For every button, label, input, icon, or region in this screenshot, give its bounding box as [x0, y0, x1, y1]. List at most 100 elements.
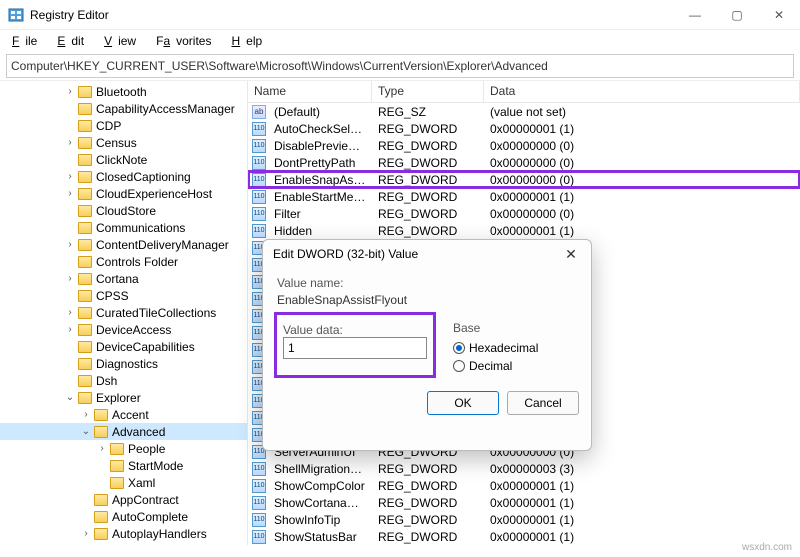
- tree-item[interactable]: ›AutoplayHandlers: [0, 525, 247, 542]
- tree-item[interactable]: ›Cortana: [0, 270, 247, 287]
- tree-item[interactable]: CPSS: [0, 287, 247, 304]
- chevron-right-icon[interactable]: ›: [64, 239, 76, 250]
- folder-icon: [94, 409, 108, 421]
- tree-item[interactable]: CapabilityAccessManager: [0, 100, 247, 117]
- value-row[interactable]: 110DontPrettyPathREG_DWORD0x00000000 (0): [248, 154, 800, 171]
- chevron-right-icon[interactable]: ›: [64, 188, 76, 199]
- value-data: (value not set): [484, 105, 800, 119]
- value-row[interactable]: 110EnableStartMenuREG_DWORD0x00000001 (1…: [248, 188, 800, 205]
- folder-icon: [78, 273, 92, 285]
- tree-item[interactable]: CDP: [0, 117, 247, 134]
- dialog-close-button[interactable]: ✕: [561, 246, 581, 263]
- value-row[interactable]: 110DisablePreviewD...REG_DWORD0x00000000…: [248, 137, 800, 154]
- col-header-data[interactable]: Data: [484, 81, 800, 102]
- value-data-input[interactable]: [283, 337, 427, 359]
- ok-button[interactable]: OK: [427, 391, 499, 415]
- tree-item[interactable]: ›CuratedTileCollections: [0, 304, 247, 321]
- value-row[interactable]: 110EnableSnapAssis...REG_DWORD0x00000000…: [248, 171, 800, 188]
- chevron-down-icon[interactable]: ⌄: [80, 426, 92, 437]
- value-type: REG_DWORD: [372, 513, 484, 527]
- value-row[interactable]: 110AutoCheckSelectREG_DWORD0x00000001 (1…: [248, 120, 800, 137]
- tree-item[interactable]: ClickNote: [0, 151, 247, 168]
- chevron-right-icon[interactable]: ›: [96, 443, 108, 454]
- col-header-type[interactable]: Type: [372, 81, 484, 102]
- tree-item[interactable]: Xaml: [0, 474, 247, 491]
- tree-item[interactable]: CloudStore: [0, 202, 247, 219]
- value-row[interactable]: 110ShowStatusBarREG_DWORD0x00000001 (1): [248, 528, 800, 545]
- tree-item[interactable]: Dsh: [0, 372, 247, 389]
- base-group: Base Hexadecimal Decimal: [453, 315, 538, 375]
- value-row[interactable]: 110FilterREG_DWORD0x00000000 (0): [248, 205, 800, 222]
- menu-view[interactable]: View: [98, 32, 148, 50]
- chevron-right-icon[interactable]: ›: [64, 171, 76, 182]
- maximize-button[interactable]: ▢: [716, 0, 758, 30]
- minimize-button[interactable]: —: [674, 0, 716, 30]
- tree-view[interactable]: ›BluetoothCapabilityAccessManagerCDP›Cen…: [0, 81, 248, 545]
- value-data: 0x00000000 (0): [484, 156, 800, 170]
- menu-help[interactable]: Help: [225, 32, 274, 50]
- tree-item-label: DeviceAccess: [96, 323, 175, 337]
- cancel-button[interactable]: Cancel: [507, 391, 579, 415]
- chevron-right-icon[interactable]: ›: [64, 324, 76, 335]
- tree-item-label: Controls Folder: [96, 255, 182, 269]
- chevron-right-icon[interactable]: ›: [64, 137, 76, 148]
- tree-item-label: CPSS: [96, 289, 133, 303]
- value-name: ShowCompColor: [268, 479, 372, 493]
- folder-icon: [78, 239, 92, 251]
- tree-item[interactable]: DeviceCapabilities: [0, 338, 247, 355]
- tree-item-label: Explorer: [96, 391, 145, 405]
- tree-item[interactable]: ⌄ Explorer: [0, 389, 247, 406]
- value-name: AutoCheckSelect: [268, 122, 372, 136]
- chevron-right-icon[interactable]: ›: [64, 273, 76, 284]
- value-row[interactable]: 110ShowCortanaButt...REG_DWORD0x00000001…: [248, 494, 800, 511]
- chevron-right-icon[interactable]: ›: [80, 528, 92, 539]
- tree-item[interactable]: ⌄Advanced: [0, 423, 247, 440]
- value-row[interactable]: 110HiddenREG_DWORD0x00000001 (1): [248, 222, 800, 239]
- value-row[interactable]: 110ShellMigrationRes...REG_DWORD0x000000…: [248, 460, 800, 477]
- chevron-right-icon[interactable]: ›: [64, 86, 76, 97]
- radio-dec[interactable]: Decimal: [453, 357, 538, 375]
- tree-item[interactable]: ›ClosedCaptioning: [0, 168, 247, 185]
- tree-item[interactable]: Communications: [0, 219, 247, 236]
- list-header: Name Type Data: [248, 81, 800, 103]
- menu-edit[interactable]: Edit: [51, 32, 96, 50]
- radio-hex[interactable]: Hexadecimal: [453, 339, 538, 357]
- tree-item[interactable]: ›Accent: [0, 406, 247, 423]
- tree-item[interactable]: AutoComplete: [0, 508, 247, 525]
- folder-icon: [94, 528, 108, 540]
- tree-item[interactable]: Diagnostics: [0, 355, 247, 372]
- tree-item[interactable]: ›Bluetooth: [0, 83, 247, 100]
- folder-icon: [78, 256, 92, 268]
- tree-item[interactable]: ›Census: [0, 134, 247, 151]
- tree-item[interactable]: AppContract: [0, 491, 247, 508]
- value-data: 0x00000003 (3): [484, 462, 800, 476]
- value-row[interactable]: ab(Default)REG_SZ(value not set): [248, 103, 800, 120]
- tree-item[interactable]: Controls Folder: [0, 253, 247, 270]
- chevron-right-icon[interactable]: ›: [80, 409, 92, 420]
- address-bar[interactable]: Computer\HKEY_CURRENT_USER\Software\Micr…: [6, 54, 794, 78]
- tree-item-label: DeviceCapabilities: [96, 340, 199, 354]
- folder-icon: [78, 307, 92, 319]
- chevron-right-icon[interactable]: ›: [64, 307, 76, 318]
- reg-binary-icon: 110: [252, 122, 266, 136]
- tree-item[interactable]: ›ContentDeliveryManager: [0, 236, 247, 253]
- menu-favorites[interactable]: Favorites: [150, 32, 223, 50]
- tree-item-label: Dsh: [96, 374, 121, 388]
- close-button[interactable]: ✕: [758, 0, 800, 30]
- col-header-name[interactable]: Name: [248, 81, 372, 102]
- tree-item[interactable]: StartMode: [0, 457, 247, 474]
- tree-item[interactable]: › DeviceAccess: [0, 321, 247, 338]
- tree-item[interactable]: ›People: [0, 440, 247, 457]
- reg-binary-icon: 110: [252, 479, 266, 493]
- value-row[interactable]: 110ShowCompColorREG_DWORD0x00000001 (1): [248, 477, 800, 494]
- value-data: 0x00000001 (1): [484, 479, 800, 493]
- folder-icon: [78, 358, 92, 370]
- radio-dec-icon: [453, 360, 465, 372]
- tree-item[interactable]: ›CloudExperienceHost: [0, 185, 247, 202]
- folder-icon: [78, 375, 92, 387]
- value-type: REG_DWORD: [372, 479, 484, 493]
- chevron-down-icon[interactable]: ⌄: [64, 392, 76, 403]
- value-type: REG_DWORD: [372, 462, 484, 476]
- value-row[interactable]: 110ShowInfoTipREG_DWORD0x00000001 (1): [248, 511, 800, 528]
- menu-file[interactable]: File: [6, 32, 49, 50]
